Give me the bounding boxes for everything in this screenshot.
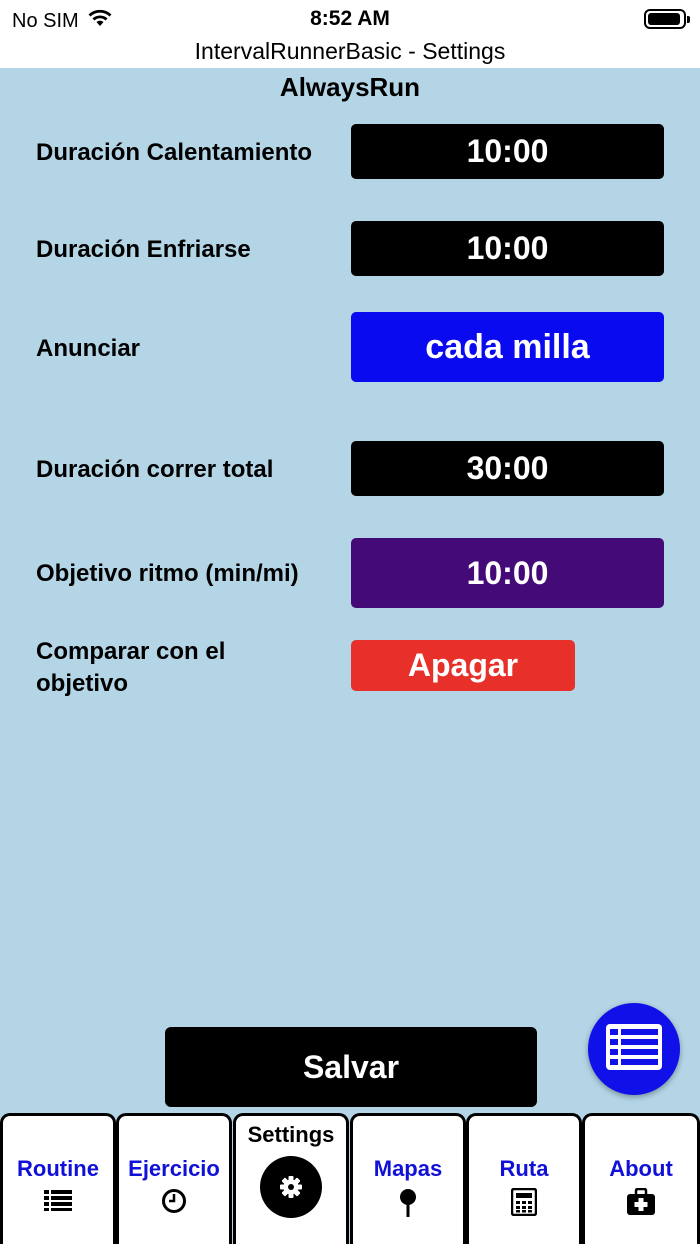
navigation-title: IntervalRunnerBasic - Settings [0, 36, 700, 68]
calculator-icon [469, 1188, 579, 1216]
target-pace-button[interactable]: 10:00 [351, 538, 664, 608]
target-pace-label: Objetivo ritmo (min/mi) [36, 560, 299, 587]
tab-ejercicio-label: Ejercicio [128, 1156, 220, 1181]
total-run-duration-label: Duración correr total [36, 456, 274, 483]
announce-button[interactable]: cada milla [351, 312, 664, 382]
tab-ejercicio[interactable]: Ejercicio [116, 1113, 232, 1244]
announce-label: Anunciar [36, 335, 141, 362]
app-title: AlwaysRun [279, 72, 421, 102]
tab-mapas[interactable]: Mapas [350, 1113, 466, 1244]
list-icon [3, 1188, 113, 1212]
floating-list-button[interactable] [588, 1003, 680, 1095]
warmup-duration-label: Duración Calentamiento [36, 139, 313, 166]
battery-icon [644, 9, 690, 29]
tab-settings[interactable]: Settings [233, 1113, 349, 1244]
tab-routine[interactable]: Routine [0, 1113, 116, 1244]
tab-mapas-label: Mapas [373, 1156, 443, 1181]
tab-ruta-label: Ruta [499, 1156, 549, 1181]
compare-target-toggle[interactable]: Apagar [351, 640, 575, 691]
tab-about[interactable]: About [582, 1113, 700, 1244]
cooldown-duration-label: Duración Enfriarse [36, 236, 251, 263]
warmup-duration-button[interactable]: 10:00 [351, 124, 664, 179]
total-run-duration-button[interactable]: 30:00 [351, 441, 664, 496]
save-button[interactable]: Salvar [165, 1027, 537, 1107]
gear-icon [260, 1156, 322, 1218]
tab-routine-label: Routine [17, 1156, 99, 1181]
battery-level [648, 13, 681, 25]
status-time: 8:52 AM [310, 7, 390, 30]
cooldown-duration-button[interactable]: 10:00 [351, 221, 664, 276]
tab-ruta[interactable]: Ruta [466, 1113, 582, 1244]
tab-settings-label: Settings [247, 1122, 335, 1147]
status-bar: No SIM 8:52 AM [0, 0, 700, 36]
tab-about-label: About [609, 1156, 673, 1181]
compare-target-label: Comparar con el objetivo [36, 638, 226, 697]
tab-bar: Routine Ejercicio Settings Mapas Ruta Ab… [0, 1113, 700, 1244]
clock-icon [119, 1188, 229, 1214]
first-aid-kit-icon [585, 1188, 697, 1216]
map-pin-icon [353, 1188, 463, 1218]
list-icon [606, 1023, 662, 1075]
